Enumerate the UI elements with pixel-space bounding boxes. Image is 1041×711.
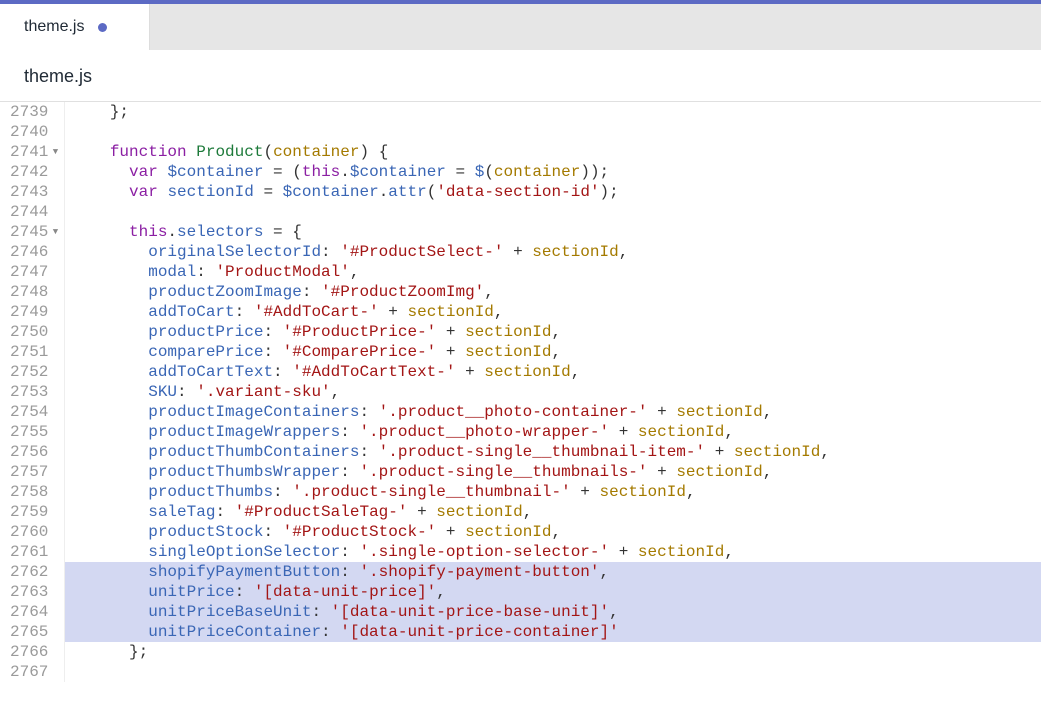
code-line[interactable]: modal: 'ProductModal',	[65, 262, 1041, 282]
line-number: 2746	[10, 242, 60, 262]
line-number: 2766	[10, 642, 60, 662]
code-editor[interactable]: 273927402741▼2742274327442745▼2746274727…	[0, 102, 1041, 682]
line-number: 2759	[10, 502, 60, 522]
file-path-bar: theme.js	[0, 50, 1041, 102]
code-line[interactable]	[65, 202, 1041, 222]
file-path-text: theme.js	[24, 66, 92, 86]
line-number: 2741▼	[10, 142, 60, 162]
line-number: 2747	[10, 262, 60, 282]
tab-label: theme.js	[24, 18, 84, 36]
line-number: 2767	[10, 662, 60, 682]
code-line[interactable]: };	[65, 642, 1041, 662]
code-line[interactable]: addToCart: '#AddToCart-' + sectionId,	[65, 302, 1041, 322]
code-line[interactable]: SKU: '.variant-sku',	[65, 382, 1041, 402]
line-number: 2748	[10, 282, 60, 302]
code-line[interactable]: productThumbContainers: '.product-single…	[65, 442, 1041, 462]
code-line[interactable]: function Product(container) {	[65, 142, 1041, 162]
code-line[interactable]: productZoomImage: '#ProductZoomImg',	[65, 282, 1041, 302]
line-number: 2758	[10, 482, 60, 502]
line-number: 2757	[10, 462, 60, 482]
code-line[interactable]: var sectionId = $container.attr('data-se…	[65, 182, 1041, 202]
code-line[interactable]: originalSelectorId: '#ProductSelect-' + …	[65, 242, 1041, 262]
line-number: 2762	[10, 562, 60, 582]
fold-marker-icon[interactable]: ▼	[50, 222, 60, 242]
line-number: 2743	[10, 182, 60, 202]
tab-bar: theme.js	[0, 4, 1041, 50]
line-number: 2739	[10, 102, 60, 122]
line-number: 2754	[10, 402, 60, 422]
code-line[interactable]: unitPrice: '[data-unit-price]',	[65, 582, 1041, 602]
code-line[interactable]: shopifyPaymentButton: '.shopify-payment-…	[65, 562, 1041, 582]
line-number: 2751	[10, 342, 60, 362]
line-number: 2761	[10, 542, 60, 562]
code-line[interactable]: var $container = (this.$container = $(co…	[65, 162, 1041, 182]
code-line[interactable]	[65, 122, 1041, 142]
unsaved-dot-icon	[98, 23, 107, 32]
line-number: 2760	[10, 522, 60, 542]
line-number: 2750	[10, 322, 60, 342]
code-line[interactable]: unitPriceBaseUnit: '[data-unit-price-bas…	[65, 602, 1041, 622]
code-line[interactable]: };	[65, 102, 1041, 122]
line-number: 2749	[10, 302, 60, 322]
line-number: 2765	[10, 622, 60, 642]
code-line[interactable]: comparePrice: '#ComparePrice-' + section…	[65, 342, 1041, 362]
code-line[interactable]: productThumbs: '.product-single__thumbna…	[65, 482, 1041, 502]
line-number: 2742	[10, 162, 60, 182]
line-number: 2745▼	[10, 222, 60, 242]
line-number-gutter: 273927402741▼2742274327442745▼2746274727…	[0, 102, 65, 682]
code-line[interactable]: saleTag: '#ProductSaleTag-' + sectionId,	[65, 502, 1041, 522]
code-line[interactable]: productImageContainers: '.product__photo…	[65, 402, 1041, 422]
line-number: 2744	[10, 202, 60, 222]
line-number: 2753	[10, 382, 60, 402]
code-content[interactable]: }; function Product(container) { var $co…	[65, 102, 1041, 682]
code-line[interactable]: this.selectors = {	[65, 222, 1041, 242]
code-line[interactable]: productStock: '#ProductStock-' + section…	[65, 522, 1041, 542]
code-line[interactable]: productImageWrappers: '.product__photo-w…	[65, 422, 1041, 442]
line-number: 2752	[10, 362, 60, 382]
line-number: 2740	[10, 122, 60, 142]
line-number: 2756	[10, 442, 60, 462]
code-line[interactable]: unitPriceContainer: '[data-unit-price-co…	[65, 622, 1041, 642]
line-number: 2763	[10, 582, 60, 602]
code-line[interactable]: addToCartText: '#AddToCartText-' + secti…	[65, 362, 1041, 382]
fold-marker-icon[interactable]: ▼	[50, 142, 60, 162]
code-line[interactable]: singleOptionSelector: '.single-option-se…	[65, 542, 1041, 562]
code-line[interactable]	[65, 662, 1041, 682]
tab-theme-js[interactable]: theme.js	[0, 4, 150, 50]
line-number: 2764	[10, 602, 60, 622]
code-line[interactable]: productThumbsWrapper: '.product-single__…	[65, 462, 1041, 482]
code-line[interactable]: productPrice: '#ProductPrice-' + section…	[65, 322, 1041, 342]
line-number: 2755	[10, 422, 60, 442]
